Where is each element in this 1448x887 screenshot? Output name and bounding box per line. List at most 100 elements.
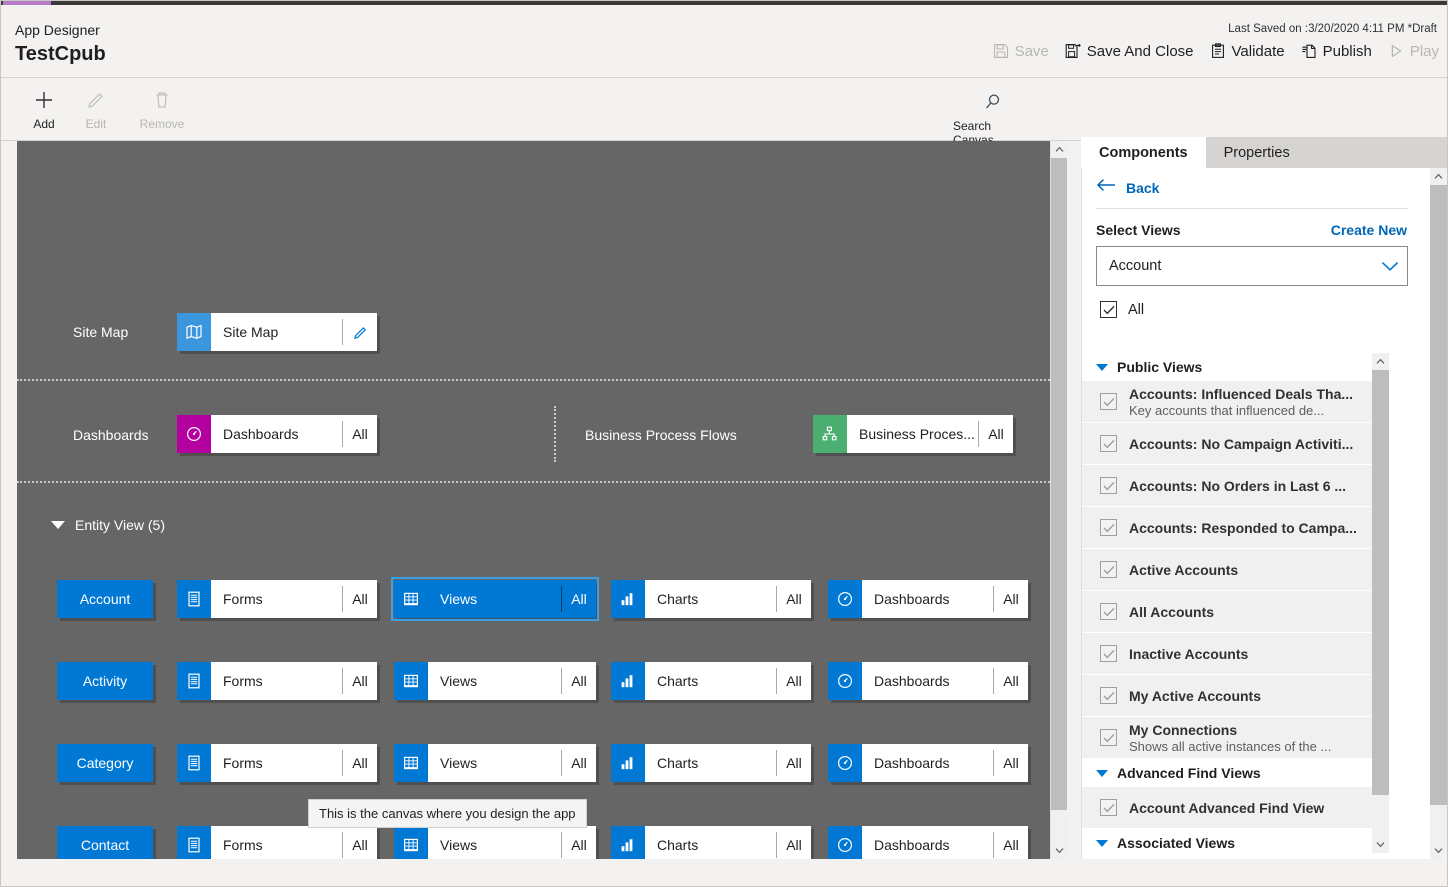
play-button[interactable]: Play (1388, 43, 1439, 59)
tile-count: All (562, 580, 596, 618)
checkbox-icon[interactable] (1100, 393, 1117, 410)
entity-view-section-header[interactable]: Entity View (5) (51, 517, 165, 533)
tile-activity-views[interactable]: ViewsAll (394, 662, 596, 700)
tile-count: All (562, 662, 596, 700)
tile-count: All (777, 826, 811, 859)
search-icon (982, 89, 1004, 115)
checkbox-icon[interactable] (1100, 561, 1117, 578)
tile-activity-dashboards[interactable]: DashboardsAll (828, 662, 1028, 700)
view-list-item[interactable]: Accounts: No Orders in Last 6 ... (1082, 465, 1372, 507)
checkbox-icon[interactable] (1100, 603, 1117, 620)
search-canvas-button[interactable]: Search Canvas (953, 89, 1033, 147)
create-new-link[interactable]: Create New (1331, 222, 1407, 238)
tile-account-dashboards[interactable]: DashboardsAll (828, 580, 1028, 618)
entity-button-contact[interactable]: Contact (57, 826, 153, 859)
views-scroll-thumb[interactable] (1372, 370, 1389, 795)
canvas-scroll-thumb[interactable] (1051, 158, 1067, 810)
forms-icon (177, 662, 211, 700)
view-list-item[interactable]: Active Accounts (1082, 549, 1372, 591)
views-list-scrollbar[interactable] (1372, 353, 1389, 853)
tile-contact-dashboards[interactable]: DashboardsAll (828, 826, 1028, 859)
checkbox-icon[interactable] (1100, 435, 1117, 452)
sitemap-row-label: Site Map (73, 324, 128, 340)
tile-contact-charts[interactable]: ChartsAll (611, 826, 811, 859)
view-item-texts: My Active Accounts (1129, 688, 1261, 704)
design-canvas[interactable]: Site Map Site Map Dashboards Dashboards (17, 141, 1067, 859)
checkbox-icon[interactable] (1100, 519, 1117, 536)
views-scroll-up-icon[interactable] (1372, 353, 1389, 370)
save-button[interactable]: Save (993, 43, 1049, 59)
charts-icon (611, 662, 645, 700)
view-list-item[interactable]: All Accounts (1082, 591, 1372, 633)
tile-dashboards-global[interactable]: Dashboards All (177, 415, 377, 453)
tile-activity-charts[interactable]: ChartsAll (611, 662, 811, 700)
back-label: Back (1126, 180, 1159, 196)
entity-view-section-title: Entity View (5) (75, 517, 165, 533)
tile-category-charts[interactable]: ChartsAll (611, 744, 811, 782)
remove-button[interactable]: Remove (127, 87, 197, 131)
tile-sitemap[interactable]: Site Map (177, 313, 377, 351)
tile-count: All (777, 662, 811, 700)
back-button[interactable]: Back (1096, 178, 1159, 197)
edit-button[interactable]: Edit (61, 87, 131, 131)
panel-scroll-up-icon[interactable] (1430, 168, 1447, 185)
tile-business-process-flows[interactable]: Business Proces... All (813, 415, 1013, 453)
tile-category-dashboards[interactable]: DashboardsAll (828, 744, 1028, 782)
entity-button-account[interactable]: Account (57, 580, 153, 618)
panel-scroll-thumb[interactable] (1430, 185, 1447, 805)
view-list-item[interactable]: My Active Accounts (1082, 675, 1372, 717)
tile-account-forms[interactable]: FormsAll (177, 580, 377, 618)
command-bar: Add Edit Remove Search Canvas (1, 79, 1447, 141)
canvas-content: Site Map Site Map Dashboards Dashboards (17, 141, 1050, 859)
entity-button-category[interactable]: Category (57, 744, 153, 782)
canvas-scroll-down-icon[interactable] (1051, 842, 1067, 859)
view-item-texts: Active Accounts (1129, 562, 1238, 578)
publish-button[interactable]: Publish (1301, 43, 1372, 59)
tile-category-views[interactable]: ViewsAll (394, 744, 596, 782)
validate-button[interactable]: Validate (1210, 43, 1285, 59)
entity-select[interactable]: Account (1096, 246, 1408, 286)
panel-scroll-down-icon[interactable] (1430, 842, 1447, 859)
checkbox-icon[interactable] (1100, 477, 1117, 494)
tile-account-charts[interactable]: ChartsAll (611, 580, 811, 618)
tile-contact-forms[interactable]: FormsAll (177, 826, 377, 859)
tile-contact-views[interactable]: ViewsAll (394, 826, 596, 859)
checkbox-icon[interactable] (1100, 799, 1117, 816)
tile-category-forms[interactable]: FormsAll (177, 744, 377, 782)
canvas-scroll-up-icon[interactable] (1051, 141, 1067, 158)
tile-label: Views (428, 826, 561, 859)
views-group-header[interactable]: Advanced Find Views (1096, 759, 1386, 787)
entity-button-label: Activity (83, 673, 127, 689)
view-item-description: Key accounts that influenced de... (1129, 403, 1353, 418)
view-list-item[interactable]: Accounts: Responded to Campa... (1082, 507, 1372, 549)
panel-scrollbar[interactable] (1430, 168, 1447, 859)
select-all-checkbox[interactable]: All (1100, 301, 1144, 318)
edit-pencil-icon[interactable] (343, 313, 377, 351)
canvas-scrollbar[interactable] (1050, 141, 1067, 859)
views-group-header[interactable]: Public Views (1096, 353, 1386, 381)
checkbox-icon[interactable] (1100, 729, 1117, 746)
tile-account-views[interactable]: ViewsAll (394, 580, 596, 618)
checkbox-icon[interactable] (1100, 687, 1117, 704)
tile-activity-forms[interactable]: FormsAll (177, 662, 377, 700)
select-views-title: Select Views (1096, 222, 1181, 238)
views-icon (394, 744, 428, 782)
entity-button-activity[interactable]: Activity (57, 662, 153, 700)
save-and-close-button[interactable]: Save And Close (1065, 43, 1194, 59)
page-title: TestCpub (15, 43, 106, 66)
tab-properties[interactable]: Properties (1206, 137, 1308, 168)
view-list-item[interactable]: My ConnectionsShows all active instances… (1082, 717, 1372, 759)
view-list-item[interactable]: Inactive Accounts (1082, 633, 1372, 675)
play-icon (1388, 43, 1404, 59)
checkbox-icon[interactable] (1100, 645, 1117, 662)
view-list-item[interactable]: Accounts: No Campaign Activiti... (1082, 423, 1372, 465)
views-group-header[interactable]: Associated Views (1096, 829, 1386, 857)
canvas-divider-1 (17, 379, 1050, 381)
publish-icon (1301, 43, 1317, 59)
view-list-item[interactable]: Accounts: Influenced Deals Tha...Key acc… (1082, 381, 1372, 423)
views-scroll-down-icon[interactable] (1372, 836, 1389, 853)
view-list-item[interactable]: Account Advanced Find View (1082, 787, 1372, 829)
view-item-texts: Accounts: Responded to Campa... (1129, 520, 1357, 536)
tab-components[interactable]: Components (1081, 137, 1206, 168)
app-header: App Designer TestCpub Last Saved on :3/2… (1, 5, 1447, 78)
